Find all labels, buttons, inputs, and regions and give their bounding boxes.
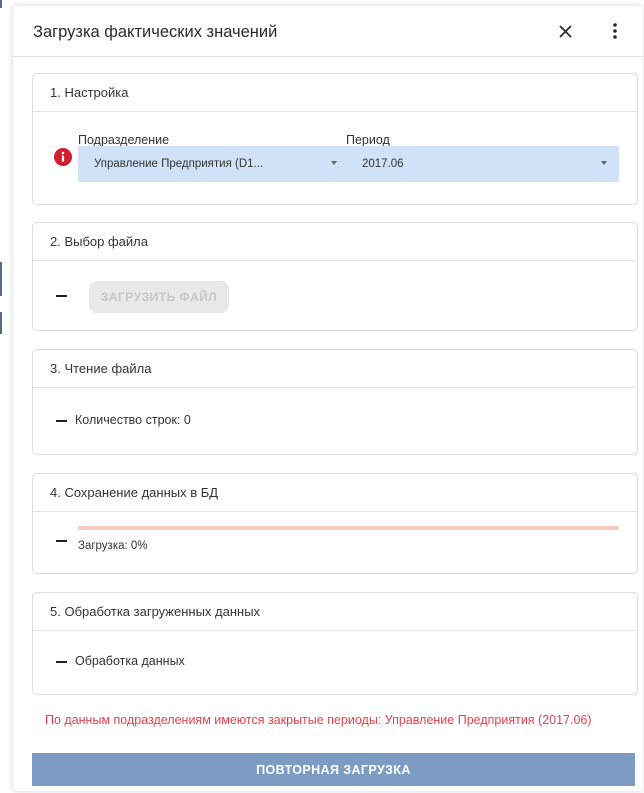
department-select[interactable]: Управление Предприятия (D1...: [94, 158, 263, 170]
section-process-data: 5. Обработка загруженных данных Обработк…: [32, 592, 638, 695]
close-button[interactable]: [552, 18, 578, 44]
period-select[interactable]: 2017.06: [362, 158, 404, 170]
pending-dash-icon: [56, 661, 67, 663]
background-edge: [0, 262, 2, 296]
settings-select-bar: Управление Предприятия (D1... 2017.06: [78, 146, 619, 182]
more-options-button[interactable]: [604, 18, 626, 44]
processing-text: Обработка данных: [75, 654, 185, 668]
close-icon: [558, 24, 572, 38]
section-file-read: 3. Чтение файла Количество строк: 0: [32, 349, 638, 455]
error-icon: [54, 148, 72, 166]
dialog-header: Загрузка фактических значений: [13, 6, 643, 57]
section-title: 5. Обработка загруженных данных: [33, 593, 637, 631]
dialog-title: Загрузка фактических значений: [33, 23, 278, 41]
section-title: 2. Выбор файла: [33, 223, 637, 261]
section-title: 3. Чтение файла: [33, 350, 637, 388]
save-progress-bar: [78, 526, 619, 530]
period-label: Период: [346, 133, 390, 147]
more-vert-icon: [613, 23, 617, 39]
section-title: 4. Сохранение данных в БД: [33, 474, 637, 512]
background-edge: [0, 312, 2, 334]
chevron-down-icon[interactable]: [601, 161, 607, 165]
closed-periods-error: По данным подразделениям имеются закрыты…: [45, 713, 592, 727]
pending-dash-icon: [56, 540, 67, 542]
department-label: Подразделение: [78, 133, 170, 147]
chevron-down-icon[interactable]: [331, 161, 337, 165]
pending-dash-icon: [56, 295, 67, 297]
section-save-db: 4. Сохранение данных в БД Загрузка: 0%: [32, 473, 638, 574]
section-title: 1. Настройка: [33, 74, 637, 112]
upload-file-button[interactable]: ЗАГРУЗИТЬ ФАЙЛ: [89, 281, 229, 313]
row-count-text: Количество строк: 0: [75, 413, 191, 427]
retry-upload-button[interactable]: ПОВТОРНАЯ ЗАГРУЗКА: [32, 753, 635, 786]
save-progress-text: Загрузка: 0%: [78, 540, 148, 552]
pending-dash-icon: [56, 420, 67, 422]
section-settings: 1. Настройка Подразделение Период Управл…: [32, 73, 638, 205]
section-file-select: 2. Выбор файла ЗАГРУЗИТЬ ФАЙЛ: [32, 222, 638, 331]
upload-dialog: Загрузка фактических значений 1. Настрой…: [13, 6, 643, 791]
